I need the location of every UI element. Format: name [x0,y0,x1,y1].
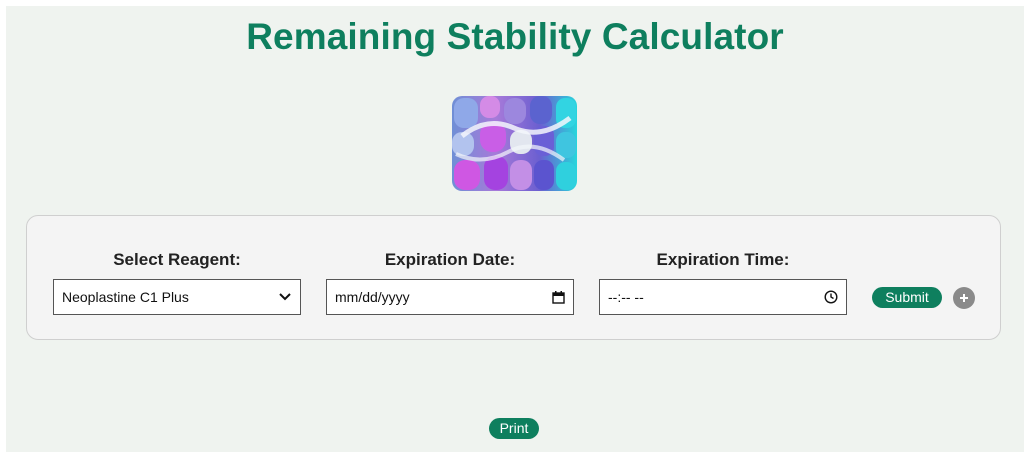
chevron-down-icon [278,290,292,304]
calendar-icon[interactable] [551,290,565,304]
reagent-select[interactable]: Neoplastine C1 Plus [53,279,301,315]
submit-button[interactable]: Submit [872,287,942,308]
page: Remaining Stability Calculator Select Re… [6,6,1024,452]
reagent-label: Select Reagent: [113,250,241,269]
expiration-time-input[interactable]: --:-- -- [599,279,847,315]
expiration-date-input[interactable]: mm/dd/yyyy [326,279,574,315]
plus-icon [959,293,969,303]
page-title: Remaining Stability Calculator [246,16,784,57]
app-logo [452,96,577,191]
expiration-time-label: Expiration Time: [656,250,790,269]
reagent-selected-value: Neoplastine C1 Plus [62,289,189,305]
calculator-form: Select Reagent: Neoplastine C1 Plus Expi… [26,215,1001,340]
expiration-time-value: --:-- -- [608,289,644,305]
clock-icon[interactable] [824,290,838,304]
expiration-date-value: mm/dd/yyyy [335,289,410,305]
add-reagent-button[interactable] [953,287,975,309]
print-button[interactable]: Print [489,418,539,439]
expiration-date-label: Expiration Date: [384,250,516,269]
